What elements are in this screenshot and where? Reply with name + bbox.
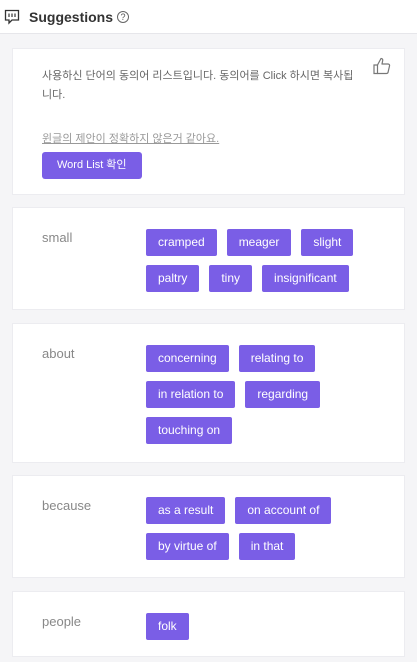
synonym-list: folk [146, 613, 386, 640]
synonym-list: as a result on account of by virtue of i… [146, 497, 386, 560]
synonym-chip[interactable]: meager [226, 229, 292, 256]
synonym-chip[interactable]: regarding [245, 381, 321, 408]
synonym-chip[interactable]: on account of [235, 497, 332, 524]
synonym-list: concerning relating to in relation to re… [146, 345, 386, 444]
page-title: Suggestions [29, 8, 114, 25]
synonym-group-people: people folk [12, 591, 405, 657]
synonym-chip[interactable]: by virtue of [146, 533, 229, 560]
synonym-chip[interactable]: relating to [238, 345, 316, 372]
source-word: because [42, 498, 92, 513]
intro-message: 사용하신 단어의 동의어 리스트입니다. 동의어를 Click 하시면 복사됩니… [42, 70, 354, 101]
synonym-chip[interactable]: touching on [146, 417, 233, 444]
synonym-chip[interactable]: folk [146, 613, 189, 640]
synonym-chip[interactable]: in relation to [146, 381, 236, 408]
synonym-chip[interactable]: insignificant [262, 265, 349, 292]
synonym-chip[interactable]: slight [301, 229, 354, 256]
intro-card: 사용하신 단어의 동의어 리스트입니다. 동의어를 Click 하시면 복사됩니… [12, 48, 405, 195]
suggestions-header: Suggestions ? [0, 0, 417, 34]
source-word: small [42, 230, 73, 245]
synonym-chip[interactable]: as a result [146, 497, 226, 524]
word-list-button[interactable]: Word List 확인 [42, 152, 142, 179]
synonym-chip[interactable]: in that [238, 533, 296, 560]
synonym-group-about: about concerning relating to in relation… [12, 323, 405, 463]
synonym-chip[interactable]: concerning [146, 345, 229, 372]
suggestions-icon [4, 8, 22, 26]
help-icon[interactable]: ? [117, 10, 130, 23]
synonym-group-small: small cramped meager slight paltry tiny … [12, 207, 405, 310]
synonym-chip[interactable]: tiny [209, 265, 253, 292]
synonym-group-because: because as a result on account of by vir… [12, 475, 405, 578]
source-word: about [42, 346, 75, 361]
thumbs-up-icon[interactable] [372, 56, 392, 76]
feedback-link[interactable]: 윈글의 제안이 정확하지 않은거 같아요. [42, 130, 219, 146]
source-word: people [42, 614, 82, 629]
synonym-chip[interactable]: cramped [146, 229, 217, 256]
synonym-chip[interactable]: paltry [146, 265, 200, 292]
synonym-list: cramped meager slight paltry tiny insign… [146, 229, 386, 292]
